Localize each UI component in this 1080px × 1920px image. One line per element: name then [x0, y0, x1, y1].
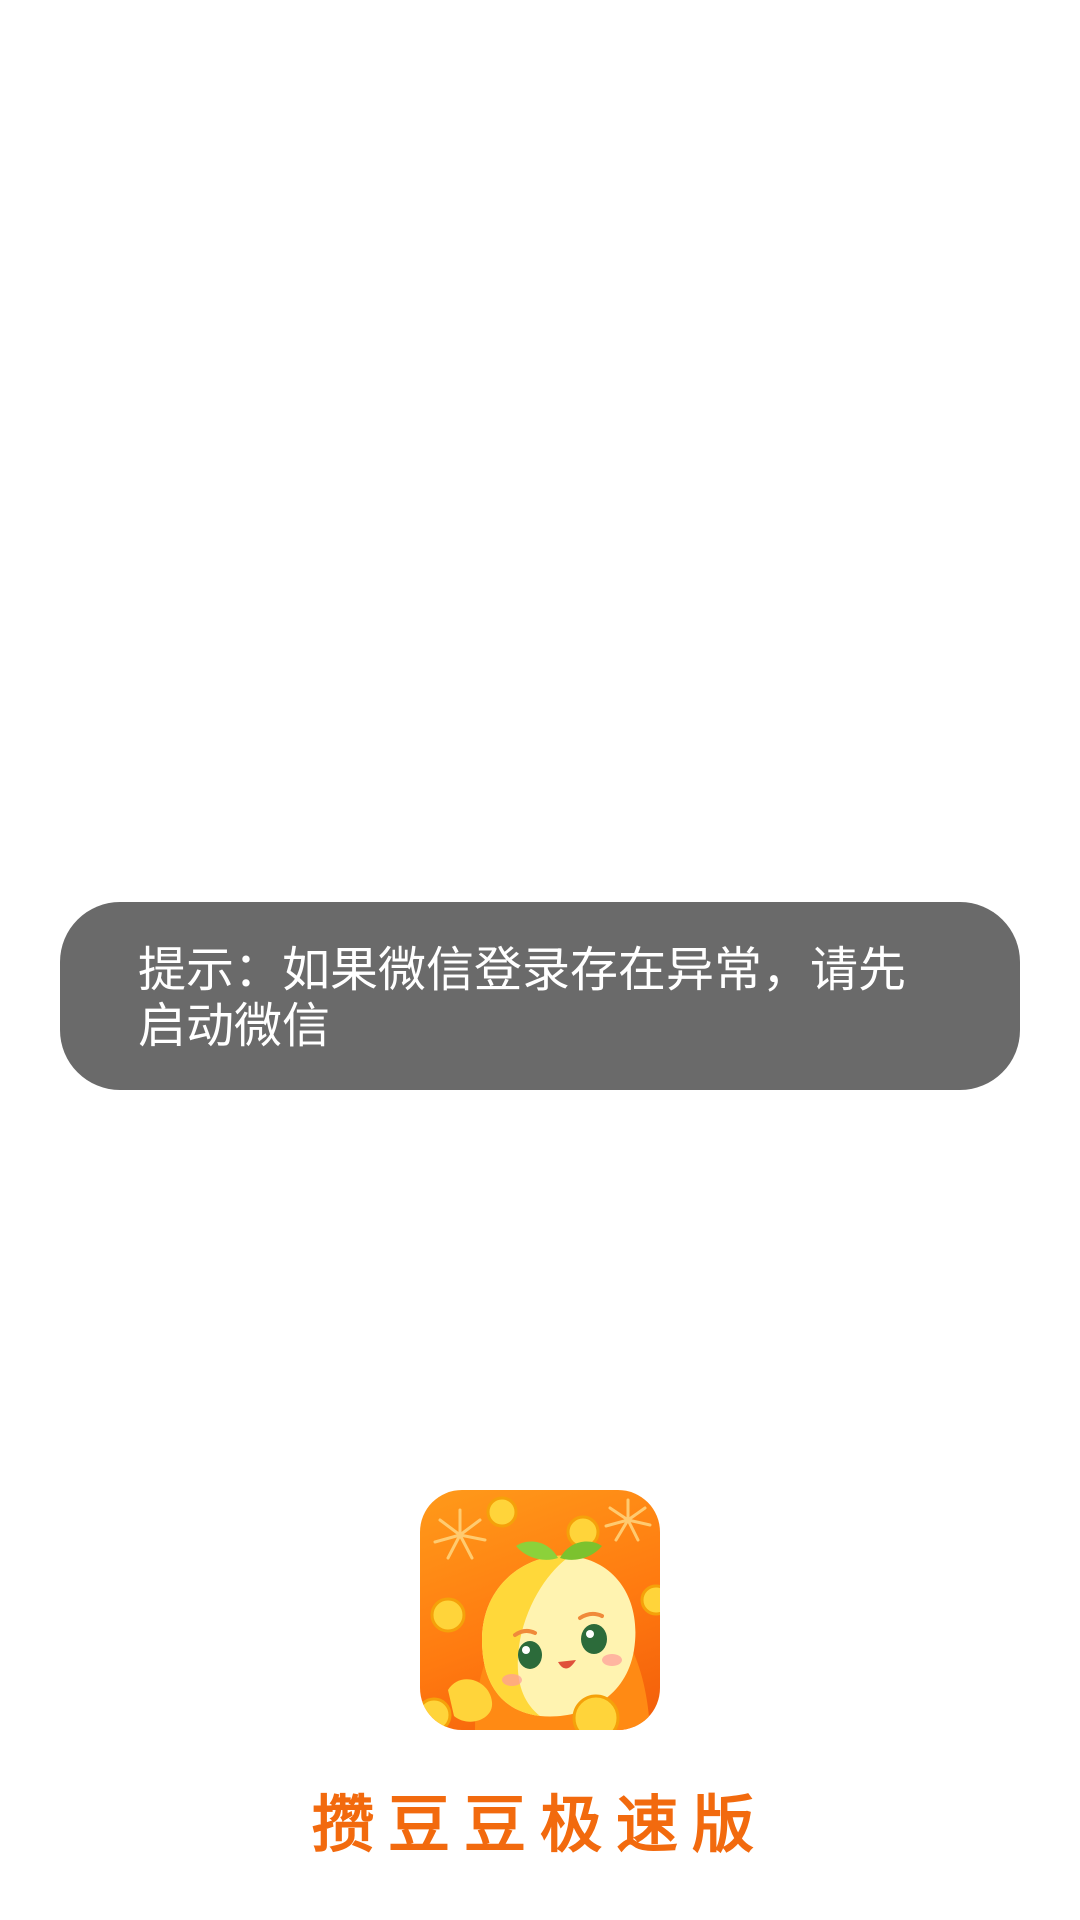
splash-screen: 提示：如果微信登录存在异常，请先启动微信 攒豆豆极速版	[0, 0, 1080, 1920]
mascot-illustration	[420, 1496, 660, 1730]
toast-notification: 提示：如果微信登录存在异常，请先启动微信	[60, 902, 1020, 1090]
toast-message: 提示：如果微信登录存在异常，请先启动微信	[138, 942, 907, 1054]
mascot-app-icon	[420, 1490, 660, 1730]
app-name: 攒豆豆极速版	[311, 1788, 768, 1861]
